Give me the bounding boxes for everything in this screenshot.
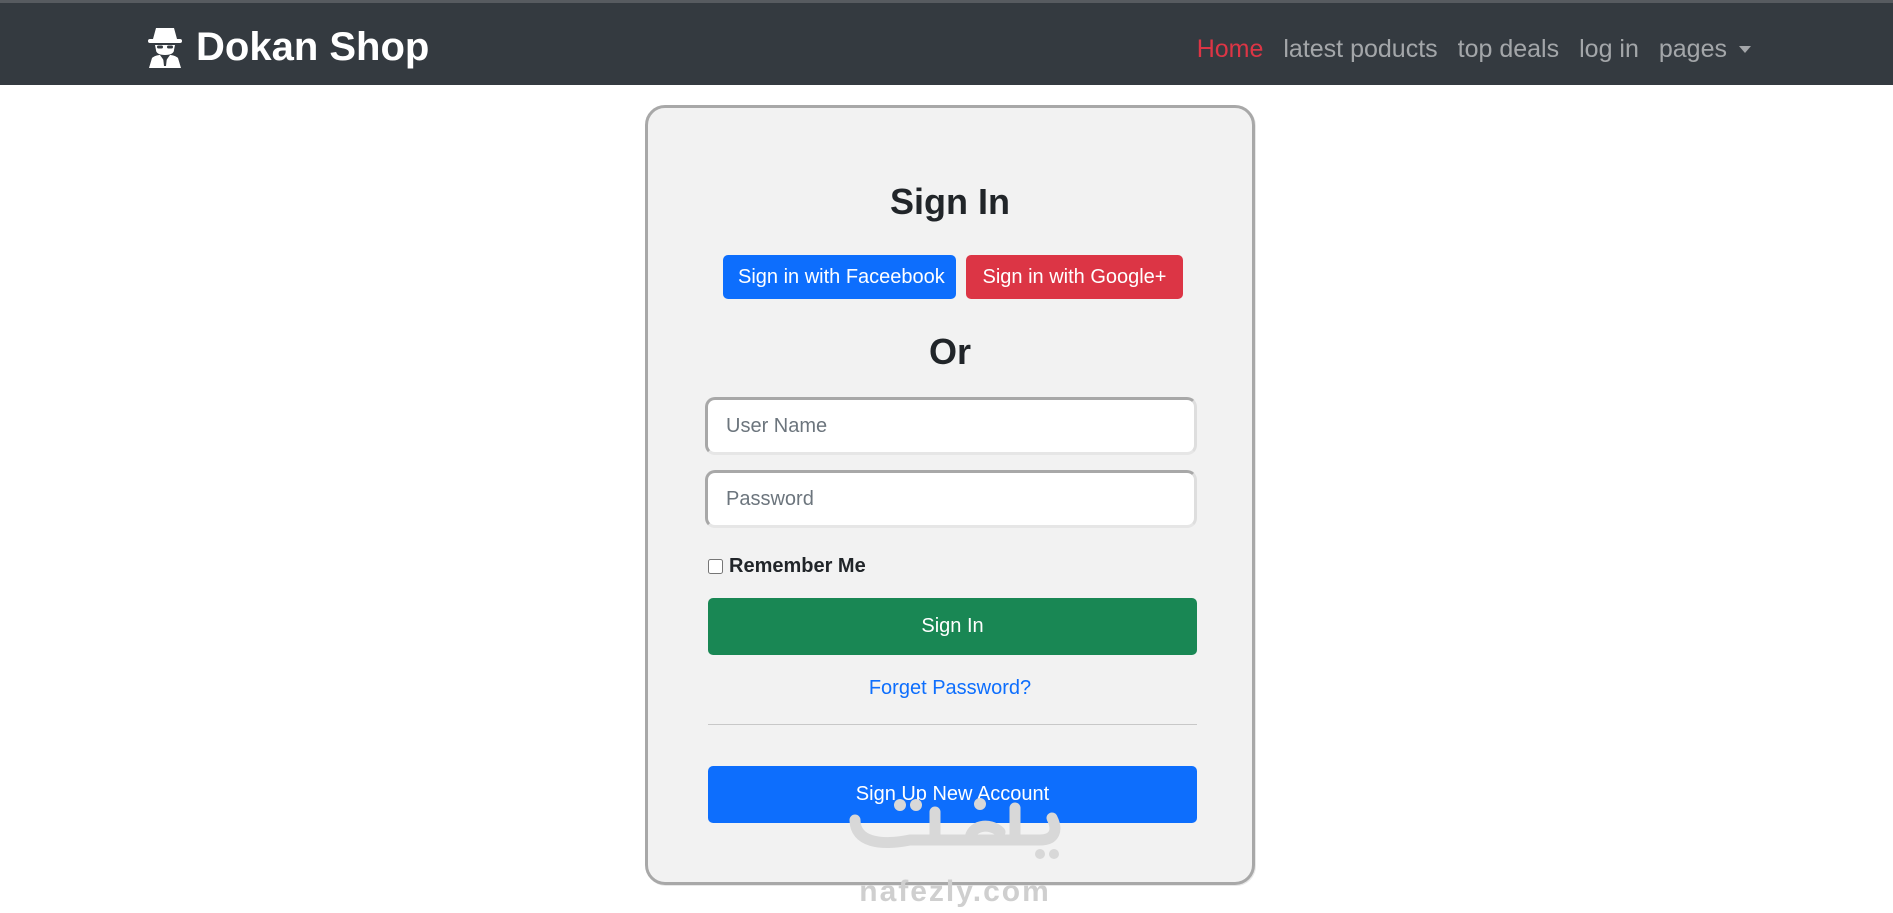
brand-name: Dokan Shop [196,25,430,69]
username-input[interactable] [705,397,1197,455]
spy-icon [148,28,182,68]
signin-card: Sign In Sign in with Faceebook Sign in w… [645,105,1255,885]
or-divider-label: Or [928,331,971,372]
nav-item-pages-label: pages [1658,35,1727,63]
navbar: Dokan Shop Home latest poducts top deals… [0,3,1893,85]
social-buttons: Sign in with Faceebook Sign in with Goog… [723,255,1183,299]
remember-me[interactable]: Remember Me [708,551,866,581]
nav-item-log-in[interactable]: log in [1579,31,1639,67]
facebook-signin-button[interactable]: Sign in with Faceebook [723,255,956,299]
caret-down-icon [1739,46,1751,53]
nav-item-latest-products[interactable]: latest poducts [1283,31,1437,67]
password-input[interactable] [705,470,1197,528]
signin-title: Sign In [890,181,1010,222]
divider [708,724,1197,725]
nav-item-pages-dropdown[interactable]: pages [1659,31,1751,67]
brand-link[interactable]: Dokan Shop [146,25,429,69]
nav-menu: Home latest poducts top deals log in pag… [1177,31,1751,67]
signin-button[interactable]: Sign In [708,598,1197,655]
nav-item-home[interactable]: Home [1197,31,1264,67]
google-signin-button[interactable]: Sign in with Google+ [966,255,1183,299]
signup-button[interactable]: Sign Up New Account [708,766,1197,823]
remember-me-label: Remember Me [729,554,866,577]
nav-item-top-deals[interactable]: top deals [1458,31,1559,67]
forget-password-link[interactable]: Forget Password? [648,674,1252,702]
remember-me-checkbox[interactable] [708,558,723,574]
